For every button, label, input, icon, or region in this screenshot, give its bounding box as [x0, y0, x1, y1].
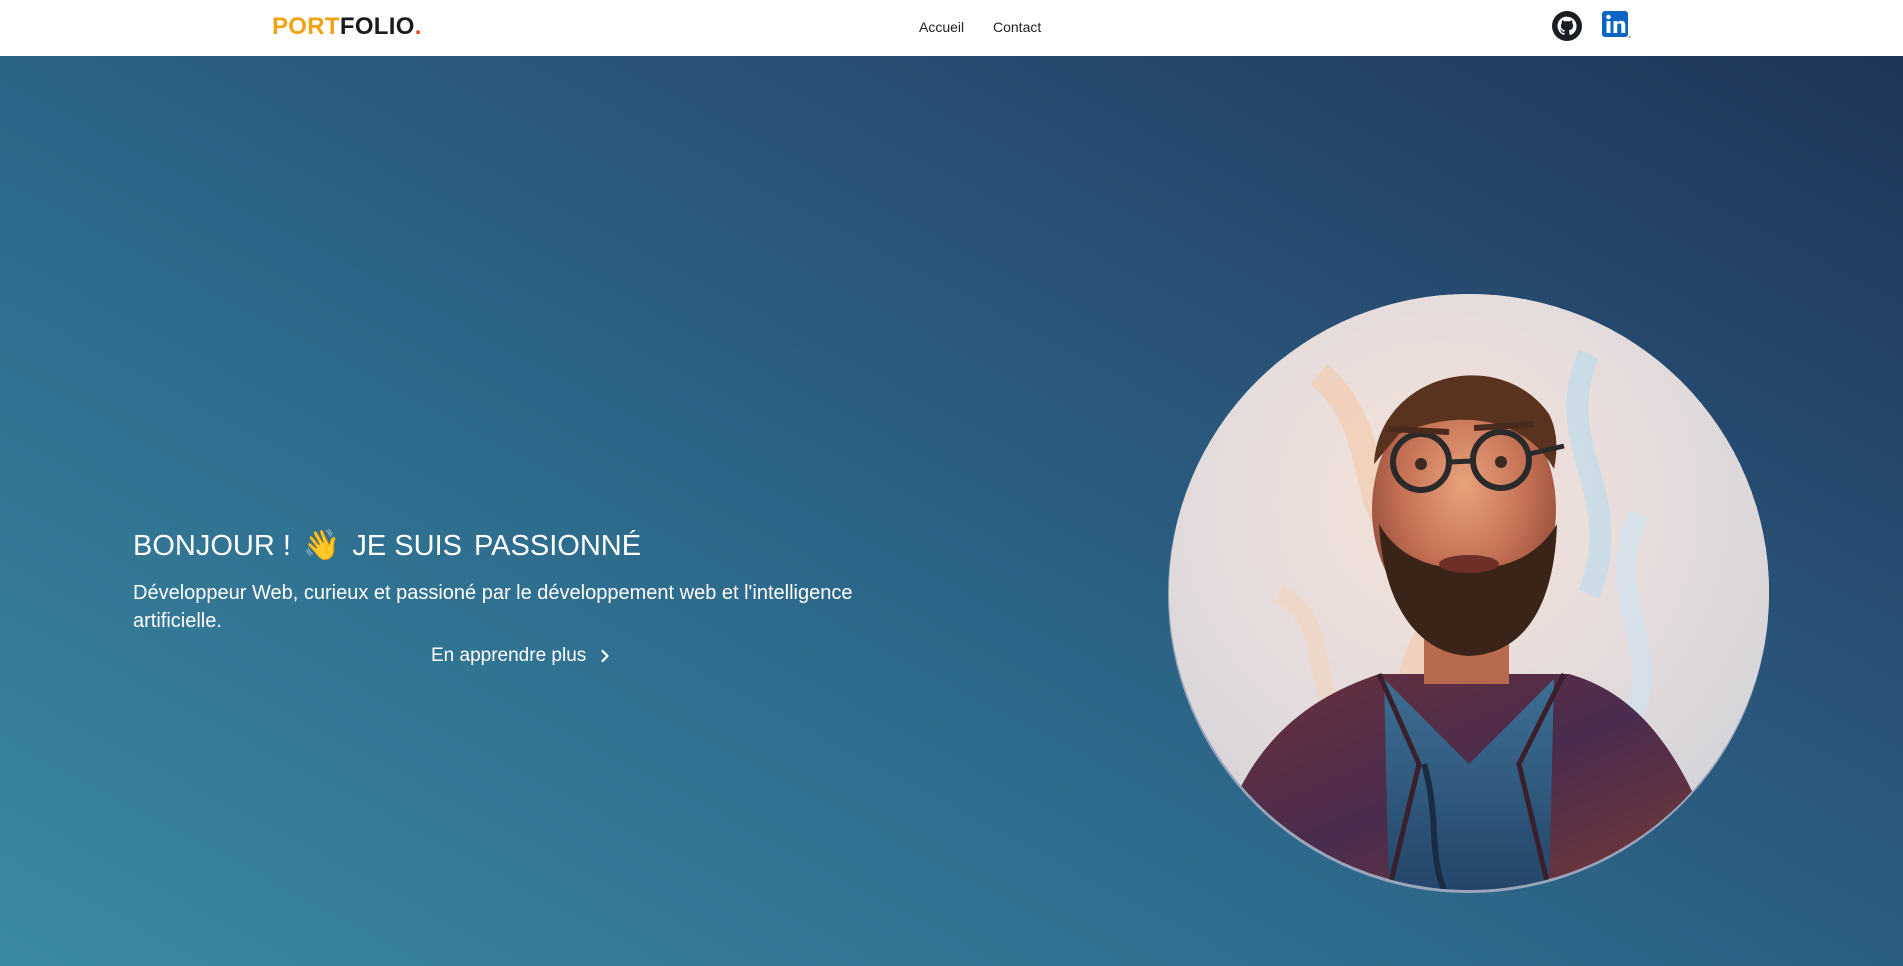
logo-part-1: PORT — [272, 13, 340, 40]
profile-photo-frame — [1168, 294, 1769, 897]
profile-portrait — [1169, 294, 1769, 890]
nav-link-contact[interactable]: Contact — [993, 18, 1041, 36]
linkedin-icon[interactable] — [1600, 9, 1632, 41]
hero-title-suffix: JE SUIS — [352, 530, 462, 562]
github-icon[interactable] — [1551, 10, 1583, 42]
learn-more-label: En apprendre plus — [431, 645, 587, 666]
nav-link-accueil[interactable]: Accueil — [919, 18, 964, 36]
learn-more-button[interactable]: En apprendre plus — [431, 643, 612, 669]
waving-hand-icon: 👋 — [302, 529, 341, 562]
navbar: PORTFOLIO. Accueil Contact — [0, 0, 1903, 56]
hero-title: BONJOUR ! 👋 JE SUIS PASSIONNÉ — [133, 526, 641, 566]
hero-typed-word: PASSIONNÉ — [473, 530, 642, 562]
portfolio-logo[interactable]: PORTFOLIO. — [272, 13, 422, 41]
chevron-right-icon — [601, 649, 609, 663]
logo-dot: . — [414, 13, 422, 40]
logo-part-2: FOLIO — [339, 13, 415, 40]
hero-section: BONJOUR ! 👋 JE SUIS PASSIONNÉ Développeur… — [0, 56, 1903, 966]
hero-description: Développeur Web, curieux et passioné par… — [133, 582, 853, 632]
hero-title-prefix: BONJOUR ! — [133, 530, 291, 562]
